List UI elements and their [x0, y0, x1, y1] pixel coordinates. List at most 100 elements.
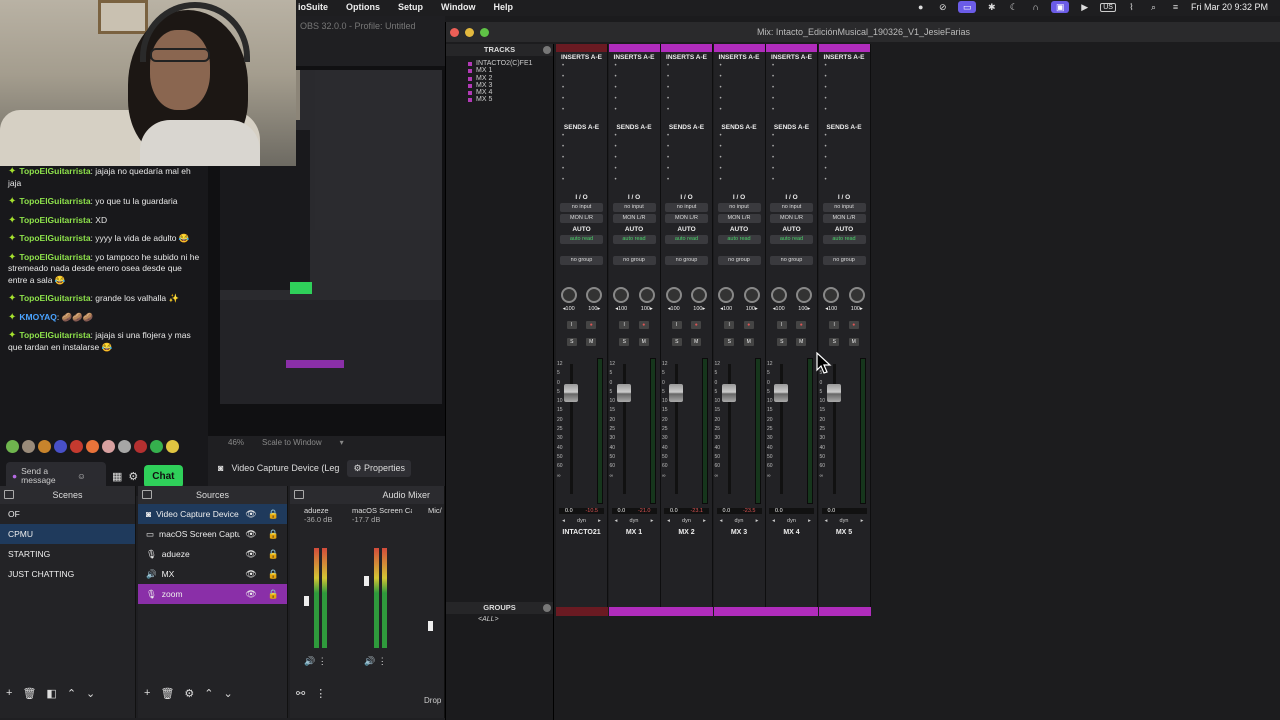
input-selector[interactable]: no input: [822, 203, 866, 212]
record-dot-icon[interactable]: ●: [914, 1, 927, 13]
screen-icon[interactable]: ▭: [958, 1, 977, 13]
left-arrow-icon[interactable]: ◂: [720, 518, 723, 524]
volume-fader[interactable]: [304, 596, 309, 606]
chat-username[interactable]: TopoElGuitarrista: [19, 166, 90, 176]
volume-value[interactable]: 0.0: [723, 508, 731, 514]
down-icon[interactable]: ⌄: [86, 687, 95, 700]
trash-icon[interactable]: 🗑: [22, 687, 36, 700]
scene-item[interactable]: STARTING: [0, 544, 135, 564]
solo-button[interactable]: S: [566, 338, 577, 346]
automation-mode-selector[interactable]: auto read: [770, 235, 813, 244]
solo-button[interactable]: S: [724, 338, 735, 346]
filter-icon[interactable]: ◧: [46, 687, 56, 700]
control-center-icon[interactable]: ≡: [1169, 1, 1182, 13]
left-arrow-icon[interactable]: ◂: [825, 518, 828, 524]
insert-slots[interactable]: • • • • •: [661, 61, 712, 116]
dock-icon[interactable]: [4, 490, 14, 499]
automation-mode-selector[interactable]: auto read: [717, 235, 761, 244]
chat-username[interactable]: TopoElGuitarrista: [19, 196, 90, 206]
volume-value[interactable]: 0.0: [618, 508, 626, 514]
track-name[interactable]: MX 2: [661, 529, 712, 536]
group-selector[interactable]: no group: [717, 256, 761, 265]
track-play-icon[interactable]: ▸: [651, 518, 654, 524]
pan-knob-right[interactable]: [638, 287, 655, 303]
pan-knob-left[interactable]: [718, 287, 735, 303]
group-selector[interactable]: no group: [612, 256, 656, 265]
chat-username[interactable]: TopoElGuitarrista: [19, 330, 90, 340]
volume-fader[interactable]: [428, 621, 433, 631]
source-item[interactable]: 🎙 adueze 👁 🔒: [138, 544, 287, 564]
emote-icon[interactable]: [22, 440, 35, 453]
automation-mode-selector[interactable]: auto read: [665, 235, 708, 244]
insert-slots[interactable]: • • • • •: [556, 61, 607, 116]
wifi-off-icon[interactable]: ⌇: [1125, 1, 1138, 13]
volume-fader[interactable]: [564, 384, 578, 402]
scene-item[interactable]: JUST CHATTING: [0, 564, 135, 584]
track-play-icon[interactable]: ▸: [861, 518, 864, 524]
pan-knob-right[interactable]: [848, 287, 865, 303]
input-monitor-button[interactable]: I: [566, 321, 577, 329]
record-button[interactable]: ●: [848, 321, 859, 329]
output-selector[interactable]: MON L/R: [612, 214, 656, 223]
track-name[interactable]: MX 3: [714, 529, 765, 536]
track-list-item[interactable]: MX 3: [446, 82, 553, 89]
send-slots[interactable]: • • • • •: [661, 131, 712, 186]
track-play-icon[interactable]: ▸: [703, 518, 706, 524]
add-icon[interactable]: +: [6, 687, 12, 700]
dock-icon[interactable]: [294, 490, 304, 499]
source-item[interactable]: 🎙 zoom 👁 🔒: [138, 584, 287, 604]
left-arrow-icon[interactable]: ◂: [772, 518, 775, 524]
insert-slots[interactable]: • • • • •: [609, 61, 660, 116]
emote-icon[interactable]: [166, 440, 179, 453]
mute-button[interactable]: M: [796, 338, 807, 346]
emote-icon[interactable]: [6, 440, 19, 453]
insert-slots[interactable]: • • • • •: [766, 61, 817, 116]
dyn-button[interactable]: dyn: [735, 518, 744, 524]
record-button[interactable]: ●: [638, 321, 649, 329]
group-selector[interactable]: no group: [770, 256, 813, 265]
input-selector[interactable]: no input: [770, 203, 813, 212]
speaker-icon[interactable]: 🔊 ⋮: [364, 656, 387, 667]
dock-icon[interactable]: [142, 490, 152, 499]
clock[interactable]: Fri Mar 20 9:32 PM: [1191, 2, 1268, 12]
emote-icon[interactable]: [134, 440, 147, 453]
track-name[interactable]: INTACTO21: [556, 529, 607, 536]
scene-item[interactable]: CPMU: [0, 524, 135, 544]
output-selector[interactable]: MON L/R: [822, 214, 866, 223]
group-selector[interactable]: no group: [822, 256, 866, 265]
left-arrow-icon[interactable]: ◂: [615, 518, 618, 524]
moon-icon[interactable]: ☾: [1007, 1, 1020, 13]
dyn-button[interactable]: dyn: [840, 518, 849, 524]
solo-button[interactable]: S: [671, 338, 682, 346]
track-play-icon[interactable]: ▸: [756, 518, 759, 524]
record-button[interactable]: ●: [691, 321, 702, 329]
automation-mode-selector[interactable]: auto read: [560, 235, 603, 244]
menu-item-options[interactable]: Options: [346, 2, 380, 12]
window-icon[interactable]: ▣: [1051, 1, 1070, 13]
bluetooth-icon[interactable]: ✱: [985, 1, 998, 13]
chevron-down-icon[interactable]: ▾: [340, 438, 344, 447]
emote-icon[interactable]: [54, 440, 67, 453]
panel-menu-icon[interactable]: [543, 604, 551, 612]
eye-icon[interactable]: 👁: [245, 529, 256, 540]
track-list-item[interactable]: INTACTO2(C)FE1: [446, 60, 553, 67]
menu-dots-icon[interactable]: ⋮: [315, 687, 326, 700]
pan-knob-right[interactable]: [743, 287, 760, 303]
volume-fader[interactable]: [669, 384, 683, 402]
left-arrow-icon[interactable]: ◂: [667, 518, 670, 524]
play-icon[interactable]: ▶: [1078, 1, 1091, 13]
speaker-icon[interactable]: 🔊 ⋮: [304, 656, 327, 667]
volume-fader[interactable]: [616, 384, 631, 402]
zoom-icon[interactable]: [480, 28, 489, 37]
up-icon[interactable]: ⌃: [67, 687, 76, 700]
dyn-button[interactable]: dyn: [682, 518, 691, 524]
input-monitor-button[interactable]: I: [829, 321, 840, 329]
mute-button[interactable]: M: [743, 338, 754, 346]
input-selector[interactable]: no input: [560, 203, 603, 212]
volume-fader[interactable]: [364, 576, 369, 586]
eye-icon[interactable]: 👁: [245, 549, 256, 560]
eye-icon[interactable]: 👁: [245, 509, 256, 520]
track-play-icon[interactable]: ▸: [598, 518, 601, 524]
chat-username[interactable]: TopoElGuitarrista: [19, 233, 90, 243]
menu-item-setup[interactable]: Setup: [398, 2, 423, 12]
